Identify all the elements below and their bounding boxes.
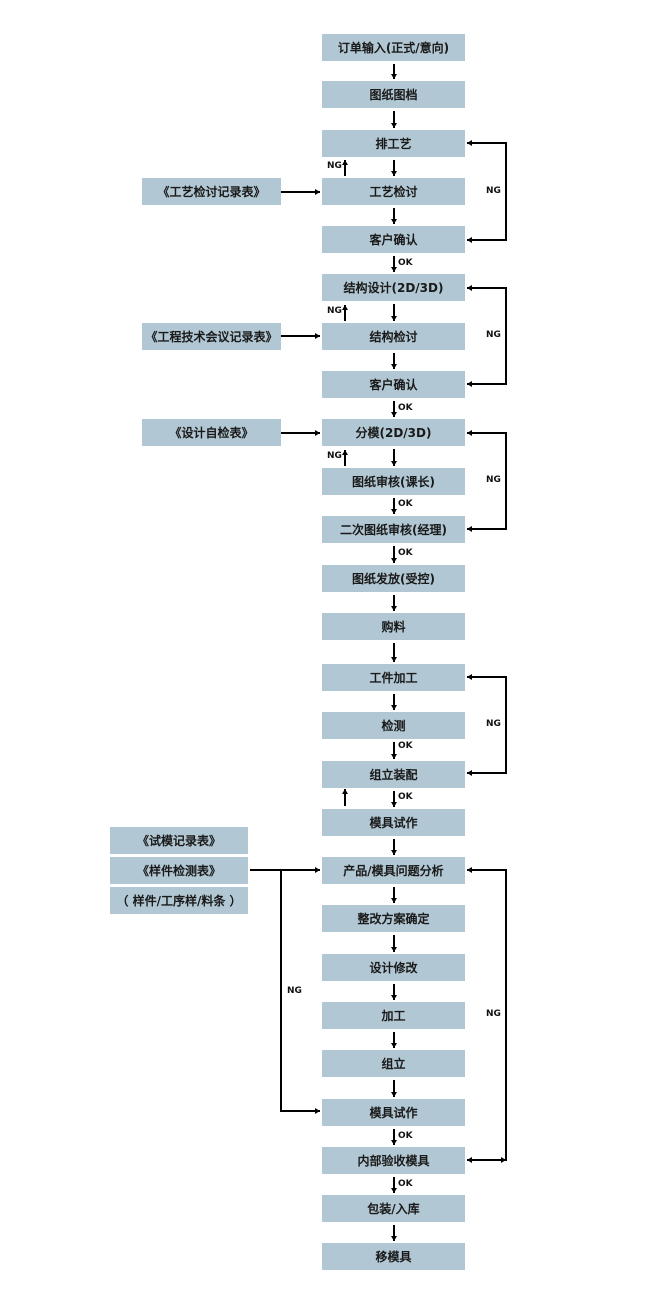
arrowhead-icon [391, 1188, 397, 1193]
arrowhead-icon [391, 123, 397, 128]
connector-line [467, 432, 507, 530]
arrowhead-icon [342, 789, 348, 794]
arrowhead-icon [467, 237, 472, 243]
arrowhead-icon [391, 316, 397, 321]
arrowhead-icon [391, 995, 397, 1000]
arrowhead-icon [315, 189, 320, 195]
arrowhead-icon [467, 381, 472, 387]
connector-line [467, 676, 507, 774]
arrowhead-icon [315, 1108, 320, 1114]
arrowhead-icon [391, 705, 397, 710]
connector-line [467, 869, 507, 1161]
arrowhead-icon [391, 171, 397, 176]
arrowhead-icon [391, 1092, 397, 1097]
arrowhead-icon [391, 267, 397, 272]
arrowhead-icon [467, 770, 472, 776]
arrowhead-icon [391, 1236, 397, 1241]
arrowhead-icon [467, 430, 472, 436]
arrowhead-icon [342, 160, 348, 165]
arrowhead-icon [467, 867, 472, 873]
arrowhead-icon [315, 430, 320, 436]
arrowhead-icon [315, 333, 320, 339]
arrowhead-icon [467, 674, 472, 680]
arrowhead-icon [391, 802, 397, 807]
arrowhead-icon [391, 898, 397, 903]
arrowhead-icon [391, 754, 397, 759]
arrowhead-icon [391, 947, 397, 952]
arrowhead-icon [391, 606, 397, 611]
arrowhead-icon [391, 509, 397, 514]
arrowhead-icon [342, 305, 348, 310]
arrowhead-icon [391, 219, 397, 224]
arrowhead-icon [391, 412, 397, 417]
arrowhead-icon [467, 526, 472, 532]
arrowhead-icon [391, 558, 397, 563]
arrowhead-icon [315, 867, 320, 873]
connector-line [280, 870, 320, 1112]
arrowhead-icon [391, 657, 397, 662]
arrowhead-icon [391, 74, 397, 79]
connector-layer [250, 64, 507, 1241]
arrowhead-icon [342, 450, 348, 455]
arrowhead-icon [391, 461, 397, 466]
arrowhead-icon [467, 140, 472, 146]
arrowhead-icon [391, 1043, 397, 1048]
connector-line [467, 142, 507, 241]
arrowhead-icon [391, 1140, 397, 1145]
arrowhead-icon [467, 285, 472, 291]
arrowhead-icon [391, 850, 397, 855]
arrowhead-icon [391, 364, 397, 369]
connector-line [467, 287, 507, 385]
arrowhead-icon [467, 1157, 472, 1163]
